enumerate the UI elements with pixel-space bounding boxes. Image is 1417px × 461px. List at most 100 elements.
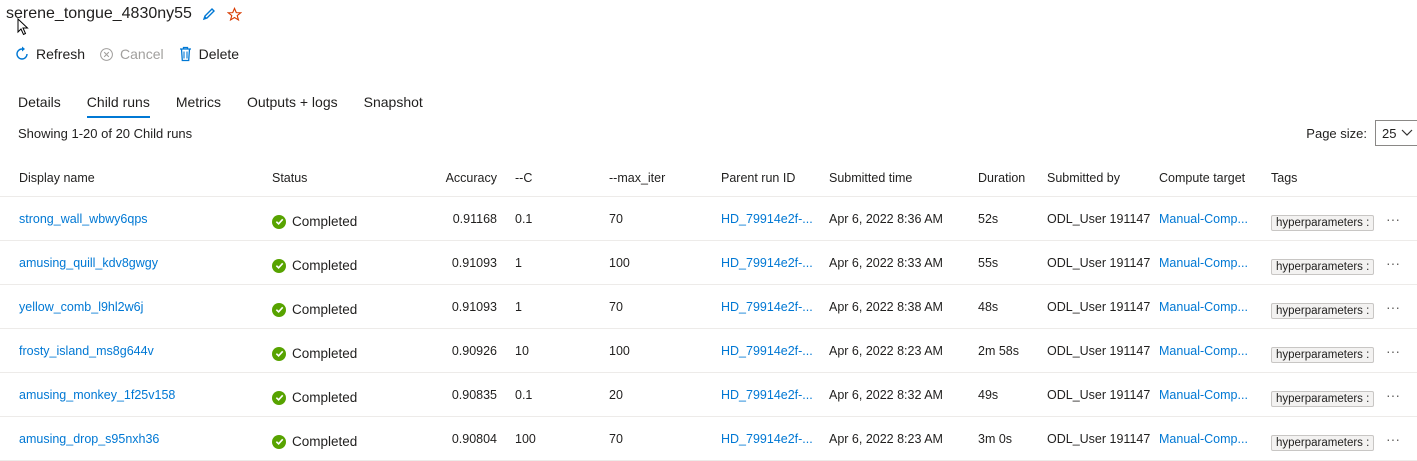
c-cell: 100 <box>497 416 609 461</box>
col-submitted-time[interactable]: Submitted time <box>829 160 978 197</box>
status-text: Completed <box>292 214 358 229</box>
status-text: Completed <box>292 390 358 405</box>
submitted-time-cell: Apr 6, 2022 8:36 AM <box>829 196 978 241</box>
col-status[interactable]: Status <box>272 160 402 197</box>
status-text: Completed <box>292 302 358 317</box>
run-title: serene_tongue_4830ny55 <box>6 5 192 22</box>
compute-target-link[interactable]: Manual-Comp... <box>1159 212 1248 226</box>
success-check-icon <box>272 434 286 449</box>
status-cell: Completed <box>272 258 402 273</box>
duration-cell: 3m 0s <box>978 416 1047 461</box>
more-actions-icon[interactable]: ··· <box>1386 387 1400 403</box>
table-row[interactable]: amusing_quill_kdv8gwgy Completed 0.91093 1 1… <box>0 240 1417 285</box>
compute-target-link[interactable]: Manual-Comp... <box>1159 388 1248 402</box>
compute-target-link[interactable]: Manual-Comp... <box>1159 432 1248 446</box>
table-row[interactable]: amusing_drop_s95nxh36 Completed 0.90804 100… <box>0 416 1417 461</box>
table-row[interactable]: yellow_comb_l9hl2w6j Completed 0.91093 1 70 H… <box>0 284 1417 329</box>
parent-run-link[interactable]: HD_79914e2f-... <box>721 344 813 358</box>
max-iter-cell: 100 <box>609 328 721 373</box>
col-tags[interactable]: Tags <box>1271 160 1386 197</box>
run-name-link[interactable]: amusing_monkey_1f25v158 <box>19 388 175 402</box>
tab-child-runs[interactable]: Child runs <box>86 94 150 118</box>
accuracy-cell: 0.91093 <box>402 240 497 285</box>
tab-outputs-logs[interactable]: Outputs + logs <box>247 94 338 118</box>
parent-run-link[interactable]: HD_79914e2f-... <box>721 432 813 446</box>
tag-chip[interactable]: hyperparameters : <box>1271 214 1375 231</box>
col-c[interactable]: --C <box>497 160 609 197</box>
tag-chip[interactable]: hyperparameters : <box>1271 302 1375 319</box>
parent-run-link[interactable]: HD_79914e2f-... <box>721 388 813 402</box>
tag-chip[interactable]: hyperparameters : <box>1271 346 1375 363</box>
results-summary: Showing 1-20 of 20 Child runs <box>18 126 193 141</box>
run-name-link[interactable]: amusing_drop_s95nxh36 <box>19 432 159 446</box>
delete-button[interactable]: Delete <box>178 46 239 62</box>
col-max-iter[interactable]: --max_iter <box>609 160 721 197</box>
more-actions-icon[interactable]: ··· <box>1386 255 1400 271</box>
max-iter-cell: 70 <box>609 416 721 461</box>
col-duration[interactable]: Duration <box>978 160 1047 197</box>
tab-details[interactable]: Details <box>18 94 61 118</box>
run-name-link[interactable]: amusing_quill_kdv8gwgy <box>19 256 158 270</box>
col-parent-run-id[interactable]: Parent run ID <box>721 160 829 197</box>
success-check-icon <box>272 214 286 229</box>
status-cell: Completed <box>272 390 402 405</box>
submitted-by-cell: ODL_User 191147 <box>1047 416 1159 461</box>
star-icon[interactable] <box>226 5 244 23</box>
accuracy-cell: 0.91093 <box>402 284 497 329</box>
col-compute-target[interactable]: Compute target <box>1159 160 1271 197</box>
page-size-label: Page size: <box>1306 125 1367 141</box>
page-size-control: Page size: 25 <box>1306 120 1417 146</box>
parent-run-link[interactable]: HD_79914e2f-... <box>721 256 813 270</box>
tag-chip[interactable]: hyperparameters : <box>1271 434 1375 451</box>
trash-icon <box>179 46 191 62</box>
command-bar: Refresh Cancel Delete <box>14 43 239 65</box>
child-runs-table: Display name Status Accuracy --C --max_i… <box>0 160 1417 461</box>
submitted-by-cell: ODL_User 191147 <box>1047 240 1159 285</box>
cancel-button[interactable]: Cancel <box>99 46 164 62</box>
compute-target-link[interactable]: Manual-Comp... <box>1159 256 1248 270</box>
col-display-name[interactable]: Display name <box>0 160 272 197</box>
submitted-time-cell: Apr 6, 2022 8:32 AM <box>829 372 978 417</box>
col-submitted-by[interactable]: Submitted by <box>1047 160 1159 197</box>
title-bar: serene_tongue_4830ny55 <box>6 2 244 26</box>
tab-metrics[interactable]: Metrics <box>176 94 221 118</box>
accuracy-cell: 0.90835 <box>402 372 497 417</box>
table-row[interactable]: amusing_monkey_1f25v158 Completed 0.90835 0… <box>0 372 1417 417</box>
more-actions-icon[interactable]: ··· <box>1386 431 1400 447</box>
col-accuracy[interactable]: Accuracy <box>402 160 497 197</box>
compute-target-link[interactable]: Manual-Comp... <box>1159 300 1248 314</box>
table-header-row: Display name Status Accuracy --C --max_i… <box>0 160 1417 197</box>
parent-run-link[interactable]: HD_79914e2f-... <box>721 212 813 226</box>
refresh-button[interactable]: Refresh <box>14 46 85 62</box>
tag-chip[interactable]: hyperparameters : <box>1271 390 1375 407</box>
table-row[interactable]: strong_wall_wbwy6qps Completed 0.91168 0.1 7… <box>0 196 1417 241</box>
c-cell: 0.1 <box>497 372 609 417</box>
parent-run-link[interactable]: HD_79914e2f-... <box>721 300 813 314</box>
more-actions-icon[interactable]: ··· <box>1386 211 1400 227</box>
success-check-icon <box>272 390 286 405</box>
c-cell: 1 <box>497 240 609 285</box>
more-actions-icon[interactable]: ··· <box>1386 343 1400 359</box>
success-check-icon <box>272 258 286 273</box>
run-name-link[interactable]: frosty_island_ms8g644v <box>19 344 154 358</box>
run-name-link[interactable]: yellow_comb_l9hl2w6j <box>19 300 143 314</box>
more-actions-icon[interactable]: ··· <box>1386 299 1400 315</box>
duration-cell: 2m 58s <box>978 328 1047 373</box>
status-cell: Completed <box>272 302 402 317</box>
compute-target-link[interactable]: Manual-Comp... <box>1159 344 1248 358</box>
status-text: Completed <box>292 434 358 449</box>
accuracy-cell: 0.90804 <box>402 416 497 461</box>
edit-pencil-icon[interactable] <box>200 5 218 23</box>
run-name-link[interactable]: strong_wall_wbwy6qps <box>19 212 148 226</box>
page-size-dropdown[interactable]: 25 <box>1375 120 1417 146</box>
submitted-time-cell: Apr 6, 2022 8:23 AM <box>829 328 978 373</box>
success-check-icon <box>272 346 286 361</box>
submitted-time-cell: Apr 6, 2022 8:38 AM <box>829 284 978 329</box>
tab-snapshot[interactable]: Snapshot <box>364 94 423 118</box>
refresh-label: Refresh <box>36 46 86 62</box>
c-cell: 1 <box>497 284 609 329</box>
c-cell: 10 <box>497 328 609 373</box>
table-row[interactable]: frosty_island_ms8g644v Completed 0.90926 10… <box>0 328 1417 373</box>
status-cell: Completed <box>272 346 402 361</box>
tag-chip[interactable]: hyperparameters : <box>1271 258 1375 275</box>
